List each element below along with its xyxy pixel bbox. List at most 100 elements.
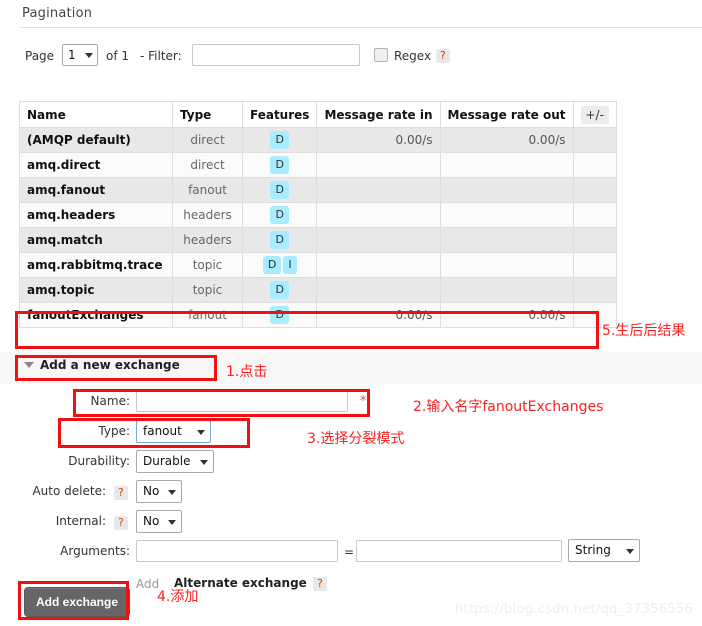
column-toggle-plus-minus[interactable]: +/- xyxy=(572,101,617,128)
filter-label: - Filter: xyxy=(140,49,182,63)
cell-exchange-name[interactable]: amq.topic xyxy=(19,277,173,303)
cell-exchange-type: headers xyxy=(172,227,243,253)
chevron-down-icon xyxy=(85,53,93,58)
cell-message-rate-in xyxy=(316,202,441,228)
type-select[interactable]: fanout xyxy=(136,420,211,443)
feature-badge-d: D xyxy=(270,131,289,149)
arguments-value-input[interactable] xyxy=(356,540,562,562)
table-row[interactable]: amq.rabbitmq.trace topic D I xyxy=(19,252,617,278)
cell-exchange-name[interactable]: fanoutExchanges xyxy=(19,302,173,328)
durability-label: Durability: xyxy=(68,454,130,468)
cell-spacer xyxy=(572,202,617,228)
type-select-value: fanout xyxy=(143,424,182,438)
cell-spacer xyxy=(572,177,617,203)
add-exchange-form: Name: * Type: fanout Durability: Durable… xyxy=(0,388,702,598)
name-label: Name: xyxy=(90,394,130,408)
feature-badge-d: D xyxy=(270,281,289,299)
cell-exchange-type: topic xyxy=(172,252,243,278)
internal-select[interactable]: No xyxy=(136,510,183,533)
header-divider xyxy=(20,27,702,28)
cell-exchange-name[interactable]: (AMQP default) xyxy=(19,127,173,153)
name-required-marker: * xyxy=(359,394,367,409)
page-total-label: of 1 xyxy=(106,49,130,63)
cell-message-rate-out xyxy=(439,177,574,203)
add-exchange-button[interactable]: Add exchange xyxy=(24,587,131,617)
type-label: Type: xyxy=(98,424,130,438)
form-row-durability: Durability: Durable xyxy=(0,448,702,478)
auto-delete-select[interactable]: No xyxy=(136,480,183,503)
durability-select[interactable]: Durable xyxy=(136,450,214,473)
annotation-text-step-4: 4.添加 xyxy=(157,589,199,605)
page-number-select[interactable]: 1 xyxy=(62,44,98,66)
annotation-text-step-5: 5.生后后结果 xyxy=(602,323,686,339)
cell-exchange-features: D xyxy=(241,202,318,228)
form-row-arguments: Arguments: = String xyxy=(0,538,702,568)
page-number-value: 1 xyxy=(68,48,76,62)
form-row-auto-delete: Auto delete: ? No xyxy=(0,478,702,508)
name-input[interactable] xyxy=(136,390,348,412)
chevron-down-icon xyxy=(168,490,177,495)
cell-spacer xyxy=(572,277,617,303)
cell-exchange-name[interactable]: amq.rabbitmq.trace xyxy=(19,252,173,278)
column-header-type[interactable]: Type xyxy=(172,101,243,128)
table-row[interactable]: (AMQP default) direct D 0.00/s 0.00/s xyxy=(19,127,617,153)
regex-checkbox[interactable] xyxy=(374,48,388,62)
internal-help-icon[interactable]: ? xyxy=(114,516,128,530)
cell-message-rate-in xyxy=(316,277,441,303)
plus-minus-label: +/- xyxy=(580,105,609,124)
watermark: https://blog.csdn.net/qq_37356556 xyxy=(455,602,694,617)
regex-help-icon[interactable]: ? xyxy=(436,49,450,63)
add-argument-link[interactable]: Add xyxy=(136,577,159,591)
cell-exchange-type: direct xyxy=(172,127,243,153)
chevron-down-icon xyxy=(197,430,205,435)
auto-delete-label: Auto delete: xyxy=(32,484,106,498)
feature-badge-d: D xyxy=(270,306,289,324)
table-row[interactable]: amq.headers headers D xyxy=(19,202,617,228)
page-label: Page xyxy=(25,49,55,63)
cell-message-rate-out xyxy=(439,252,574,278)
table-row[interactable]: amq.topic topic D xyxy=(19,277,617,303)
chevron-down-icon xyxy=(168,520,177,525)
chevron-down-icon xyxy=(200,460,208,465)
add-exchange-section-label: Add a new exchange xyxy=(40,358,180,372)
exchanges-table: Name Type Features Message rate in Messa… xyxy=(19,101,617,328)
arguments-type-select[interactable]: String xyxy=(568,539,640,562)
filter-input[interactable] xyxy=(192,44,360,66)
cell-exchange-name[interactable]: amq.direct xyxy=(19,152,173,178)
table-row[interactable]: amq.direct direct D xyxy=(19,152,617,178)
table-row[interactable]: amq.match headers D xyxy=(19,227,617,253)
feature-badge-d: D xyxy=(270,206,289,224)
form-row-internal: Internal: ? No xyxy=(0,508,702,538)
annotation-text-step-3: 3.选择分裂模式 xyxy=(307,431,405,447)
auto-delete-field-wrap: No xyxy=(136,480,183,503)
cell-message-rate-in xyxy=(316,177,441,203)
cell-message-rate-out xyxy=(439,202,574,228)
cell-exchange-features: D xyxy=(241,227,318,253)
table-row[interactable]: fanoutExchanges fanout D 0.00/s 0.00/s xyxy=(19,302,617,328)
feature-badge-d: D xyxy=(262,256,282,274)
cell-exchange-name[interactable]: amq.match xyxy=(19,227,173,253)
column-header-message-rate-out[interactable]: Message rate out xyxy=(439,101,574,128)
cell-exchange-name[interactable]: amq.headers xyxy=(19,202,173,228)
cell-exchange-features: DI xyxy=(241,252,318,278)
alternate-exchange-help-icon[interactable]: ? xyxy=(313,577,327,591)
column-header-name[interactable]: Name xyxy=(19,101,173,128)
feature-badge-d: D xyxy=(270,156,289,174)
cell-message-rate-in xyxy=(316,227,441,253)
table-header-row: Name Type Features Message rate in Messa… xyxy=(19,101,617,128)
cell-spacer xyxy=(572,227,617,253)
cell-message-rate-in xyxy=(316,152,441,178)
arguments-label: Arguments: xyxy=(60,544,130,558)
auto-delete-help-icon[interactable]: ? xyxy=(114,486,128,500)
column-header-features: Features xyxy=(241,101,318,128)
annotation-text-step-2: 2.输入名字fanoutExchanges xyxy=(413,399,604,415)
arguments-key-input[interactable] xyxy=(136,540,338,562)
table-row[interactable]: amq.fanout fanout D xyxy=(19,177,617,203)
cell-exchange-name[interactable]: amq.fanout xyxy=(19,177,173,203)
feature-badge-d: D xyxy=(270,231,289,249)
cell-exchange-features: D xyxy=(241,177,318,203)
cell-message-rate-out xyxy=(439,277,574,303)
column-header-message-rate-in[interactable]: Message rate in xyxy=(316,101,441,128)
cell-exchange-type: headers xyxy=(172,202,243,228)
add-exchange-section-toggle[interactable]: Add a new exchange xyxy=(24,358,180,372)
